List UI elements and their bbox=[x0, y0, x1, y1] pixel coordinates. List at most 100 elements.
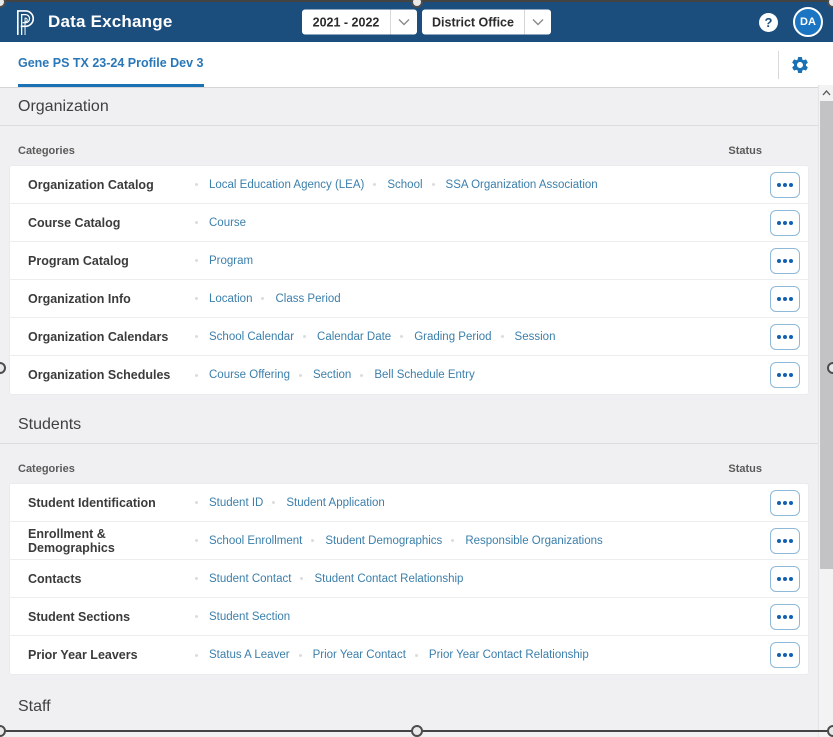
entity-link[interactable]: School Calendar bbox=[209, 331, 294, 343]
entity-links: Local Education Agency (LEA) School SSA … bbox=[186, 179, 770, 191]
app-header: Data Exchange 2021 - 2022 District Offic… bbox=[0, 2, 833, 42]
row-actions-button[interactable] bbox=[770, 172, 800, 198]
ellipsis-icon bbox=[777, 335, 781, 339]
table-row: Course Catalog Course bbox=[10, 204, 808, 242]
context-select[interactable]: District Office bbox=[422, 10, 551, 35]
scrollbar-thumb[interactable] bbox=[820, 101, 833, 569]
entity-link[interactable]: Student Demographics bbox=[325, 535, 442, 547]
entity-link[interactable]: Session bbox=[515, 331, 556, 343]
entity-links: Course bbox=[186, 217, 770, 229]
ellipsis-icon bbox=[777, 577, 781, 581]
link-separator-dot bbox=[501, 335, 504, 338]
row-actions-button[interactable] bbox=[770, 604, 800, 630]
table-row: Organization Schedules Course Offering S… bbox=[10, 356, 808, 394]
link-separator-dot bbox=[272, 501, 275, 504]
entity-link[interactable]: Student Contact bbox=[209, 573, 291, 585]
row-actions-button[interactable] bbox=[770, 566, 800, 592]
row-actions-button[interactable] bbox=[770, 248, 800, 274]
section-title: Organization bbox=[18, 98, 818, 125]
tab-bar: Gene PS TX 23-24 Profile Dev 3 bbox=[0, 42, 833, 88]
selection-handle[interactable] bbox=[827, 362, 833, 374]
chevron-down-icon[interactable] bbox=[524, 10, 551, 35]
entity-links: School Enrollment Student Demographics R… bbox=[186, 535, 770, 547]
selection-handle[interactable] bbox=[411, 725, 423, 737]
row-actions-button[interactable] bbox=[770, 362, 800, 388]
row-actions-button[interactable] bbox=[770, 324, 800, 350]
scroll-up-icon[interactable] bbox=[819, 85, 833, 100]
category-name: Program Catalog bbox=[18, 254, 186, 268]
link-separator-dot bbox=[299, 374, 302, 377]
entity-link[interactable]: Calendar Date bbox=[317, 331, 391, 343]
vertical-scrollbar[interactable] bbox=[818, 85, 833, 737]
entity-link[interactable]: Course bbox=[209, 217, 246, 229]
school-year-select[interactable]: 2021 - 2022 bbox=[302, 10, 417, 35]
header-actions: ? DA bbox=[759, 7, 823, 37]
status-label: Status bbox=[728, 145, 762, 157]
status-label: Status bbox=[728, 463, 762, 475]
section-staff: Staff bbox=[0, 698, 818, 725]
entity-link[interactable]: Student Contact Relationship bbox=[314, 573, 463, 585]
tab-profile[interactable]: Gene PS TX 23-24 Profile Dev 3 bbox=[18, 42, 204, 87]
ellipsis-icon bbox=[777, 653, 781, 657]
table-row: Organization Catalog Local Education Age… bbox=[10, 166, 808, 204]
column-labels: Categories Status bbox=[18, 444, 762, 484]
link-separator-dot bbox=[195, 374, 198, 377]
entity-link[interactable]: Grading Period bbox=[414, 331, 491, 343]
entity-link[interactable]: Prior Year Contact bbox=[313, 649, 406, 661]
table-row: Contacts Student Contact Student Contact… bbox=[10, 560, 808, 598]
ellipsis-icon bbox=[777, 501, 781, 505]
section-organization: Organization Categories Status Organizat… bbox=[0, 98, 818, 394]
gear-icon bbox=[790, 55, 810, 75]
link-separator-dot bbox=[300, 577, 303, 580]
category-name: Organization Info bbox=[18, 292, 186, 306]
entity-link[interactable]: School Enrollment bbox=[209, 535, 302, 547]
link-separator-dot bbox=[195, 183, 198, 186]
entity-link[interactable]: Student Application bbox=[286, 497, 384, 509]
category-name: Student Identification bbox=[18, 496, 186, 510]
section-title: Students bbox=[18, 416, 818, 443]
entity-link[interactable]: Bell Schedule Entry bbox=[374, 369, 474, 381]
category-name: Organization Catalog bbox=[18, 178, 186, 192]
tab-bar-tools bbox=[778, 51, 810, 79]
table-row: Enrollment & Demographics School Enrollm… bbox=[10, 522, 808, 560]
category-name: Enrollment & Demographics bbox=[18, 527, 186, 555]
help-icon[interactable]: ? bbox=[759, 13, 778, 32]
link-separator-dot bbox=[261, 297, 264, 300]
entity-link[interactable]: Course Offering bbox=[209, 369, 290, 381]
ellipsis-icon bbox=[777, 183, 781, 187]
chevron-down-icon[interactable] bbox=[390, 10, 417, 35]
main-content: Organization Categories Status Organizat… bbox=[0, 88, 818, 737]
entity-link[interactable]: Class Period bbox=[275, 293, 340, 305]
section-students: Students Categories Status Student Ident… bbox=[0, 416, 818, 674]
row-actions-button[interactable] bbox=[770, 528, 800, 554]
link-separator-dot bbox=[195, 335, 198, 338]
entity-link[interactable]: Program bbox=[209, 255, 253, 267]
entity-link[interactable]: Status A Leaver bbox=[209, 649, 290, 661]
entity-link[interactable]: School bbox=[387, 179, 422, 191]
entity-link[interactable]: Student Section bbox=[209, 611, 290, 623]
table-row: Program Catalog Program bbox=[10, 242, 808, 280]
row-actions-button[interactable] bbox=[770, 210, 800, 236]
table-row: Organization Info Location Class Period bbox=[10, 280, 808, 318]
entity-link[interactable]: Student ID bbox=[209, 497, 263, 509]
row-actions-button[interactable] bbox=[770, 286, 800, 312]
table-row: Prior Year Leavers Status A Leaver Prior… bbox=[10, 636, 808, 674]
category-name: Contacts bbox=[18, 572, 186, 586]
entity-link[interactable]: Local Education Agency (LEA) bbox=[209, 179, 364, 191]
row-actions-button[interactable] bbox=[770, 490, 800, 516]
table-row: Student Identification Student ID Studen… bbox=[10, 484, 808, 522]
link-separator-dot bbox=[311, 539, 314, 542]
category-name: Student Sections bbox=[18, 610, 186, 624]
entity-link[interactable]: Location bbox=[209, 293, 252, 305]
entity-link[interactable]: Section bbox=[313, 369, 351, 381]
entity-links: Student ID Student Application bbox=[186, 497, 770, 509]
settings-button[interactable] bbox=[790, 55, 810, 75]
link-separator-dot bbox=[400, 335, 403, 338]
row-actions-button[interactable] bbox=[770, 642, 800, 668]
entity-link[interactable]: SSA Organization Association bbox=[446, 179, 598, 191]
entity-link[interactable]: Prior Year Contact Relationship bbox=[429, 649, 589, 661]
link-separator-dot bbox=[415, 654, 418, 657]
entity-link[interactable]: Responsible Organizations bbox=[465, 535, 602, 547]
avatar[interactable]: DA bbox=[793, 7, 823, 37]
selection-handle[interactable] bbox=[827, 725, 833, 737]
